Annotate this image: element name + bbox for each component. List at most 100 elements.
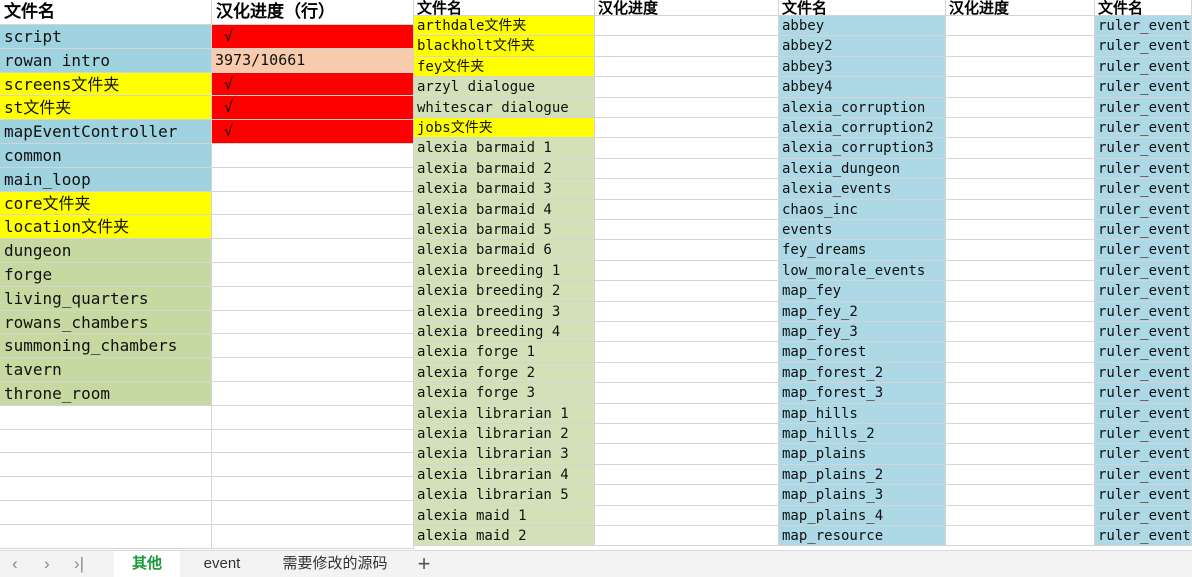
empty-cell[interactable] — [212, 405, 414, 430]
table-cell-filename[interactable]: alexia_dungeon — [779, 158, 946, 180]
table-cell-filename[interactable]: alexia librarian 3 — [414, 444, 595, 465]
table-cell-progress[interactable] — [595, 240, 779, 261]
table-cell-progress[interactable] — [946, 220, 1095, 241]
table-cell-ruler-event[interactable]: ruler_event — [1095, 118, 1192, 139]
table-cell-progress[interactable] — [595, 485, 779, 506]
table-cell-filename[interactable]: dungeon — [0, 239, 212, 263]
table-cell-progress[interactable] — [595, 220, 779, 241]
table-cell-progress[interactable] — [595, 322, 779, 343]
table-cell-filename[interactable]: script — [0, 25, 212, 49]
table-cell-ruler-event[interactable]: ruler_event — [1095, 179, 1192, 200]
table-cell-filename[interactable]: map_resource — [779, 526, 946, 547]
table-cell-progress[interactable] — [595, 97, 779, 118]
table-cell-progress[interactable] — [212, 334, 414, 359]
column-header-filename-2[interactable]: 文件名 — [1095, 0, 1192, 16]
table-cell-progress[interactable] — [595, 281, 779, 302]
empty-cell[interactable] — [0, 453, 212, 478]
table-cell-filename[interactable]: fey_dreams — [779, 240, 946, 261]
table-cell-progress[interactable] — [946, 301, 1095, 322]
table-cell-filename[interactable]: throne_room — [0, 382, 212, 406]
table-cell-progress[interactable] — [595, 56, 779, 78]
table-cell-progress[interactable] — [946, 444, 1095, 465]
table-cell-filename[interactable]: alexia maid 1 — [414, 505, 595, 526]
table-cell-progress[interactable] — [595, 526, 779, 547]
table-cell-filename[interactable]: low_morale_events — [779, 260, 946, 282]
table-cell-progress[interactable] — [595, 424, 779, 445]
table-cell-filename[interactable]: alexia forge 3 — [414, 383, 595, 404]
column-header-progress[interactable]: 汉化进度 — [595, 0, 779, 16]
table-cell-progress[interactable] — [595, 138, 779, 159]
table-cell-progress[interactable] — [946, 118, 1095, 139]
table-cell-filename[interactable]: mapEventController — [0, 120, 212, 144]
table-cell-filename[interactable]: st文件夹 — [0, 96, 212, 121]
table-cell-progress[interactable]: √ — [212, 72, 414, 97]
table-cell-progress[interactable] — [595, 505, 779, 526]
table-cell-progress[interactable] — [946, 322, 1095, 343]
empty-cell[interactable] — [0, 405, 212, 430]
table-cell-filename[interactable]: map_forest_3 — [779, 383, 946, 404]
table-cell-progress[interactable] — [595, 118, 779, 139]
table-cell-progress[interactable] — [946, 383, 1095, 404]
table-cell-progress[interactable] — [946, 464, 1095, 486]
table-cell-progress[interactable]: √ — [212, 120, 414, 144]
table-cell-progress[interactable] — [595, 199, 779, 220]
table-cell-progress[interactable] — [946, 362, 1095, 384]
table-cell-filename[interactable]: alexia librarian 5 — [414, 485, 595, 506]
table-cell-filename[interactable]: alexia breeding 2 — [414, 281, 595, 302]
table-cell-filename[interactable]: alexia barmaid 6 — [414, 240, 595, 261]
table-cell-progress[interactable] — [212, 310, 414, 335]
table-cell-filename[interactable]: common — [0, 144, 212, 168]
table-cell-progress[interactable] — [595, 464, 779, 486]
table-cell-progress[interactable]: 3973/10661 — [212, 48, 414, 73]
table-cell-ruler-event[interactable]: ruler_event — [1095, 260, 1192, 282]
table-cell-progress[interactable] — [946, 138, 1095, 159]
empty-cell[interactable] — [212, 429, 414, 454]
table-cell-ruler-event[interactable]: ruler_event — [1095, 301, 1192, 322]
table-cell-ruler-event[interactable]: ruler_event — [1095, 424, 1192, 445]
table-cell-progress[interactable] — [595, 16, 779, 37]
table-cell-filename[interactable]: chaos_inc — [779, 199, 946, 220]
table-cell-filename[interactable]: screens文件夹 — [0, 72, 212, 97]
table-cell-progress[interactable] — [212, 382, 414, 406]
table-cell-filename[interactable]: rowan intro — [0, 48, 212, 73]
table-cell-filename[interactable]: blackholt文件夹 — [414, 36, 595, 57]
table-cell-filename[interactable]: map_hills — [779, 403, 946, 424]
table-cell-filename[interactable]: alexia librarian 2 — [414, 424, 595, 445]
table-cell-filename[interactable]: alexia breeding 1 — [414, 260, 595, 282]
empty-cell[interactable] — [212, 453, 414, 478]
table-cell-progress[interactable] — [595, 158, 779, 180]
table-cell-filename[interactable]: abbey4 — [779, 77, 946, 98]
table-cell-filename[interactable]: alexia forge 1 — [414, 342, 595, 363]
table-cell-filename[interactable]: map_fey — [779, 281, 946, 302]
table-cell-progress[interactable] — [946, 199, 1095, 220]
table-cell-progress[interactable] — [946, 97, 1095, 118]
sheet-tab[interactable]: 其他 — [114, 551, 180, 577]
table-cell-progress[interactable] — [595, 362, 779, 384]
empty-cell[interactable] — [0, 524, 212, 549]
next-sheet-icon[interactable]: › — [44, 554, 50, 574]
column-header-progress[interactable]: 汉化进度 — [946, 0, 1095, 16]
table-cell-filename[interactable]: rowans_chambers — [0, 310, 212, 335]
table-cell-filename[interactable]: map_plains_2 — [779, 464, 946, 486]
table-cell-ruler-event[interactable]: ruler_event — [1095, 281, 1192, 302]
table-cell-progress[interactable] — [946, 403, 1095, 424]
table-cell-filename[interactable]: alexia barmaid 2 — [414, 158, 595, 180]
table-cell-progress[interactable] — [595, 301, 779, 322]
table-cell-progress[interactable] — [212, 144, 414, 168]
table-cell-progress[interactable] — [946, 240, 1095, 261]
table-cell-ruler-event[interactable]: ruler_event — [1095, 383, 1192, 404]
table-cell-ruler-event[interactable]: ruler_event — [1095, 322, 1192, 343]
table-cell-progress[interactable] — [946, 260, 1095, 282]
table-cell-progress[interactable]: √ — [212, 96, 414, 121]
table-cell-filename[interactable]: main_loop — [0, 167, 212, 192]
table-cell-progress[interactable] — [212, 239, 414, 263]
table-cell-filename[interactable]: map_forest — [779, 342, 946, 363]
table-cell-filename[interactable]: alexia barmaid 5 — [414, 220, 595, 241]
column-header-progress[interactable]: 汉化进度（行） — [212, 0, 414, 25]
table-cell-progress[interactable] — [595, 342, 779, 363]
table-cell-filename[interactable]: alexia librarian 1 — [414, 403, 595, 424]
table-cell-filename[interactable]: alexia barmaid 4 — [414, 199, 595, 220]
table-cell-progress[interactable] — [946, 179, 1095, 200]
table-cell-filename[interactable]: abbey3 — [779, 56, 946, 78]
table-cell-progress[interactable] — [946, 424, 1095, 445]
